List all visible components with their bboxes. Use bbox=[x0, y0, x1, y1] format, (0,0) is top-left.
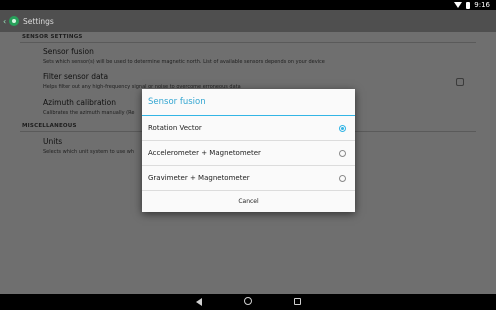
pref-azimuth-title[interactable]: Azimuth calibration bbox=[43, 98, 116, 107]
option-gravimeter-magnetometer[interactable]: Gravimeter + Magnetometer bbox=[142, 166, 355, 191]
pref-units-summary: Selects which unit system to use wh bbox=[43, 149, 135, 155]
battery-icon bbox=[466, 1, 471, 9]
status-bar: 9:16 bbox=[0, 0, 496, 10]
navigation-bar bbox=[0, 294, 496, 310]
option-accelerometer-magnetometer[interactable]: Accelerometer + Magnetometer bbox=[142, 141, 355, 166]
option-label: Gravimeter + Magnetometer bbox=[148, 174, 250, 182]
nav-back-icon[interactable] bbox=[196, 298, 202, 306]
pref-azimuth-summary: Calibrates the azimuth manually (Re bbox=[43, 110, 135, 116]
nav-recents-icon[interactable] bbox=[294, 298, 301, 305]
section-header-sensor: SENSOR SETTINGS bbox=[22, 34, 83, 40]
cancel-button[interactable]: Cancel bbox=[142, 191, 355, 212]
status-icons: 9:16 bbox=[454, 0, 490, 10]
radio-selected-icon[interactable] bbox=[339, 124, 346, 132]
radio-unselected-icon[interactable] bbox=[339, 149, 346, 157]
wifi-icon bbox=[454, 2, 463, 8]
dialog-title: Sensor fusion bbox=[142, 89, 355, 116]
radio-unselected-icon[interactable] bbox=[339, 174, 346, 182]
pref-sensor-fusion-title[interactable]: Sensor fusion bbox=[43, 47, 94, 56]
option-rotation-vector[interactable]: Rotation Vector bbox=[142, 116, 355, 141]
status-time: 9:16 bbox=[474, 1, 490, 9]
filter-checkbox[interactable] bbox=[456, 78, 464, 86]
section-header-misc: MISCELLANEOUS bbox=[22, 123, 77, 129]
action-bar-title: Settings bbox=[23, 16, 54, 26]
pref-units-title[interactable]: Units bbox=[43, 137, 62, 146]
pref-filter-title[interactable]: Filter sensor data bbox=[43, 72, 108, 81]
section-divider bbox=[20, 42, 476, 43]
pref-sensor-fusion-summary: Sets which sensor(s) will be used to det… bbox=[43, 59, 325, 65]
nav-home-icon[interactable] bbox=[244, 297, 252, 305]
app-gear-icon[interactable] bbox=[9, 16, 19, 26]
action-bar: ‹ Settings bbox=[0, 10, 496, 32]
option-label: Rotation Vector bbox=[148, 124, 202, 132]
sensor-fusion-dialog: Sensor fusion Rotation Vector Accelerome… bbox=[142, 89, 355, 212]
option-label: Accelerometer + Magnetometer bbox=[148, 149, 261, 157]
